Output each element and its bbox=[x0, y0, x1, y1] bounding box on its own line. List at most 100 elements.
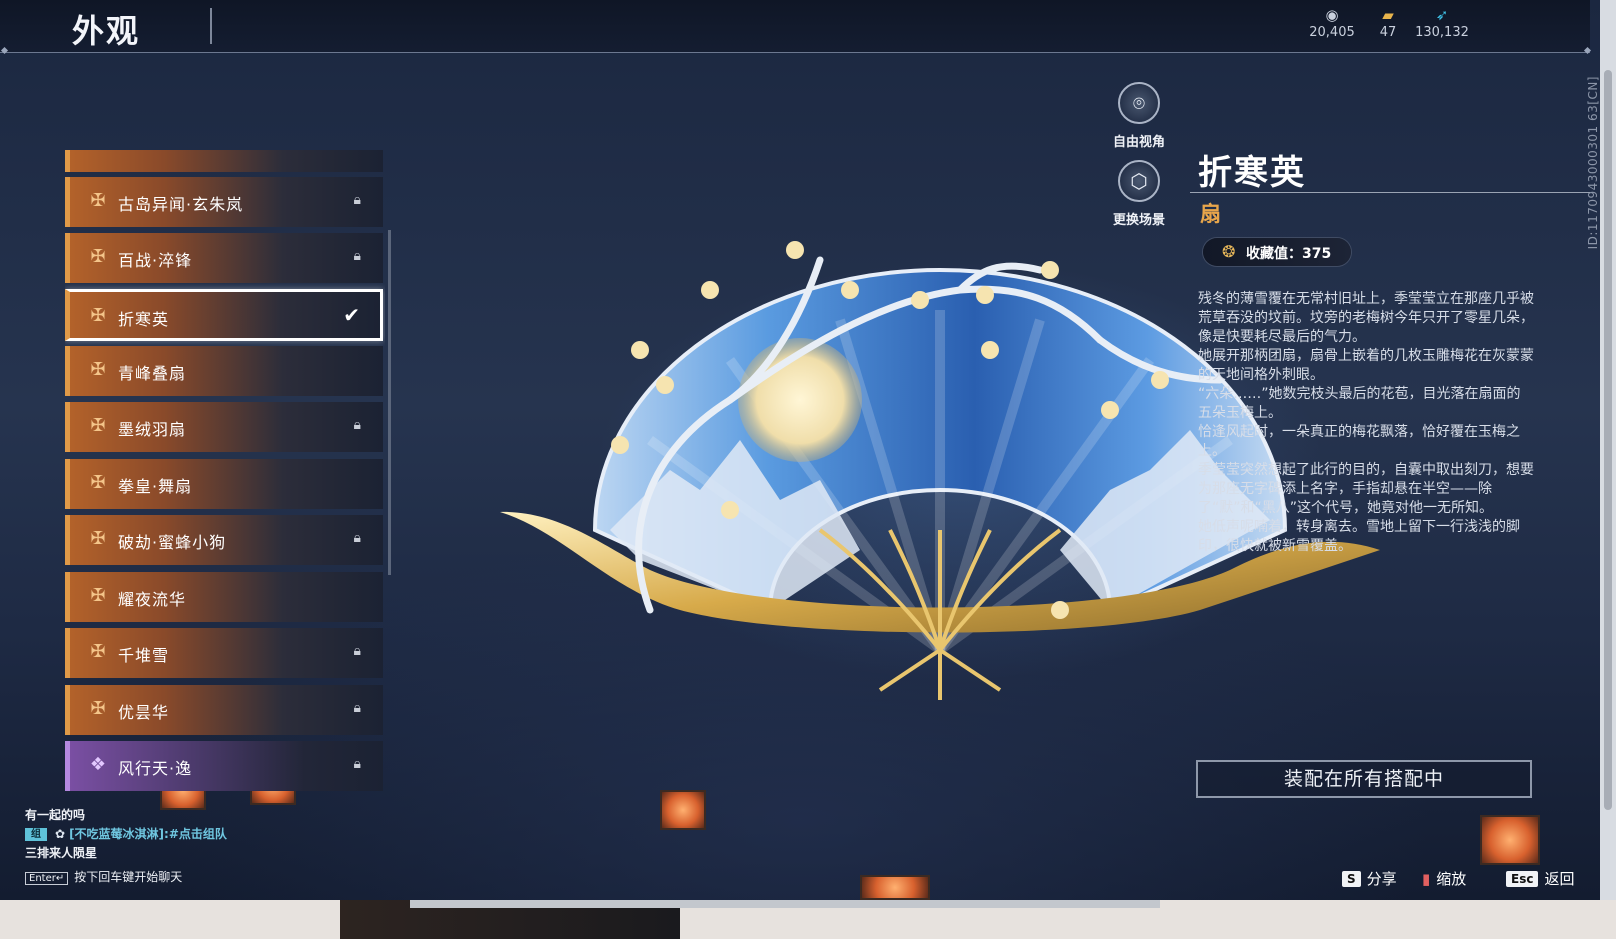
list-item-label: 墨绒羽扇 bbox=[118, 420, 187, 439]
lantern bbox=[860, 875, 930, 900]
s-key-icon: S bbox=[1342, 871, 1361, 887]
currency-silver-value: 20,405 bbox=[1309, 25, 1355, 40]
list-item-label: 折寒英 bbox=[118, 310, 170, 329]
appearance-list[interactable]: ✠ 古岛异闻·玄朱岚 🔒︎ ✠ 百战·淬锋 🔒︎ ✠ 折寒英 ✔ ✠ 青峰叠扇 … bbox=[65, 150, 385, 795]
camera-icon: ⌾ bbox=[1133, 91, 1145, 115]
window-scrollbar-thumb[interactable] bbox=[1604, 70, 1612, 810]
collection-value-badge: ❂ 收藏值：375 bbox=[1203, 238, 1351, 266]
list-item[interactable]: ✠ 千堆雪 🔒︎ bbox=[65, 628, 383, 678]
chat-hint-text: 按下回车键开始聊天 bbox=[74, 870, 183, 884]
team-tag: 组 bbox=[25, 828, 47, 841]
page-title: 外观 bbox=[72, 12, 141, 50]
lantern bbox=[660, 790, 706, 830]
list-item[interactable]: ✠ 破劫·蜜蜂小狗 🔒︎ bbox=[65, 515, 383, 565]
share-label: 分享 bbox=[1366, 870, 1397, 888]
window-scrollbar[interactable] bbox=[1600, 0, 1616, 900]
list-item[interactable]: ✠ 百战·淬锋 🔒︎ bbox=[65, 233, 383, 283]
rarity-icon: ✠ bbox=[90, 585, 106, 606]
collection-icon: ❂ bbox=[1222, 242, 1236, 261]
description-paragraph: 残冬的薄雪覆在无常村旧址上，季莹莹立在那座几乎被荒草吞没的坟前。坟旁的老梅树今年… bbox=[1198, 291, 1534, 345]
list-item-label: 千堆雪 bbox=[118, 646, 170, 665]
back-label: 返回 bbox=[1544, 870, 1575, 888]
lock-icon: 🔒︎ bbox=[353, 756, 361, 772]
list-scrollbar[interactable] bbox=[388, 230, 391, 575]
description-paragraph: 她展开那柄团扇，扇骨上嵌着的几枚玉雕梅花在灰蒙蒙的天地间格外刺眼。 bbox=[1198, 348, 1534, 383]
rarity-icon: ✠ bbox=[90, 359, 106, 380]
lock-icon: 🔒︎ bbox=[353, 643, 361, 659]
lock-icon: 🔒︎ bbox=[353, 248, 361, 264]
list-item[interactable]: ✠ 古岛异闻·玄朱岚 🔒︎ bbox=[65, 177, 383, 227]
list-item-partial[interactable] bbox=[65, 150, 383, 172]
rarity-icon: ✠ bbox=[90, 190, 106, 211]
rarity-icon: ❖ bbox=[89, 754, 107, 775]
list-item[interactable]: ✠ 拳皇·舞扇 bbox=[65, 459, 383, 509]
list-item[interactable]: ✠ 优昙华 🔒︎ bbox=[65, 685, 383, 735]
item-name: 折寒英 bbox=[1198, 153, 1306, 193]
feather-icon: ➶ bbox=[1435, 6, 1449, 24]
share-hint[interactable]: S 分享 bbox=[1342, 868, 1397, 889]
list-item-selected[interactable]: ✠ 折寒英 ✔ bbox=[65, 289, 383, 341]
lotus-icon: ✿ bbox=[55, 827, 66, 841]
list-item-label: 拳皇·舞扇 bbox=[118, 477, 193, 496]
description-paragraph: 季莹莹突然想起了此行的目的，自囊中取出刻刀，想要为那座无字碑添上名字，手指却悬在… bbox=[1198, 462, 1534, 516]
currency-feather-value: 130,132 bbox=[1415, 25, 1469, 40]
rarity-icon: ✠ bbox=[90, 641, 106, 662]
checkmark-icon: ✔ bbox=[343, 303, 360, 327]
list-item[interactable]: ✠ 墨绒羽扇 🔒︎ bbox=[65, 402, 383, 452]
change-scene-button[interactable]: ⬡ bbox=[1118, 160, 1160, 202]
lock-icon: 🔒︎ bbox=[353, 700, 361, 716]
player-id-text: ID:1170943000301 63[CN] bbox=[1586, 76, 1600, 250]
lock-icon: 🔒︎ bbox=[353, 530, 361, 546]
mouse-icon: ▮ bbox=[1422, 870, 1431, 888]
rarity-icon: ✠ bbox=[90, 305, 106, 326]
back-hint[interactable]: Esc 返回 bbox=[1506, 868, 1574, 889]
currency-feather: ➶ 130,132 bbox=[1407, 6, 1477, 40]
description-paragraph: “六朵……”她数完枝头最后的花苞，目光落在扇面的五朵玉梅上。 bbox=[1198, 386, 1521, 421]
cube-icon: ⬡ bbox=[1130, 169, 1148, 193]
enter-key-icon: Enter↵ bbox=[25, 872, 69, 885]
description-paragraph: 恰逢风起时，一朵真正的梅花飘落，恰好覆在玉梅之上。 bbox=[1198, 424, 1520, 459]
corner-ornament bbox=[0, 46, 9, 55]
equip-all-outfits-button[interactable]: 装配在所有搭配中 bbox=[1196, 760, 1532, 798]
free-view-label: 自由视角 bbox=[1112, 135, 1165, 150]
lock-icon: 🔒︎ bbox=[353, 192, 361, 208]
list-item[interactable]: ❖ 风行天·逸 🔒︎ bbox=[65, 741, 383, 791]
desktop-strip bbox=[0, 900, 1616, 939]
list-item-label: 青峰叠扇 bbox=[118, 364, 187, 383]
description-paragraph: 她低声呢喃着，转身离去。雪地上留下一行浅浅的脚印，很快就被新雪覆盖。 bbox=[1198, 519, 1520, 554]
list-item-label: 古岛异闻·玄朱岚 bbox=[118, 195, 244, 214]
team-invite-link[interactable]: [不吃蓝莓冰淇淋]:#点击组队 bbox=[69, 827, 227, 841]
currency-ticket-value: 47 bbox=[1379, 25, 1397, 40]
chat-message: 有一起的吗 bbox=[25, 808, 86, 822]
list-item[interactable]: ✠ 耀夜流华 bbox=[65, 572, 383, 622]
ticket-icon: ▰ bbox=[1382, 6, 1394, 24]
list-item-label: 优昙华 bbox=[118, 703, 170, 722]
collection-value-text: 收藏值：375 bbox=[1246, 246, 1332, 262]
rarity-icon: ✠ bbox=[90, 698, 106, 719]
rarity-icon: ✠ bbox=[90, 528, 106, 549]
free-view-button[interactable]: ⌾ bbox=[1118, 82, 1160, 124]
chat-message: 三排来人陨星 bbox=[25, 846, 98, 860]
name-divider bbox=[1190, 192, 1590, 193]
esc-key-icon: Esc bbox=[1506, 871, 1539, 887]
zoom-label: 缩放 bbox=[1436, 870, 1467, 888]
lock-icon: 🔒︎ bbox=[353, 417, 361, 433]
zoom-hint[interactable]: ▮ 缩放 bbox=[1422, 868, 1466, 889]
list-item-label: 风行天·逸 bbox=[118, 759, 193, 778]
title-divider bbox=[210, 8, 212, 44]
item-type: 扇 bbox=[1200, 202, 1221, 226]
item-description: 残冬的薄雪覆在无常村旧址上，季莹莹立在那座几乎被荒草吞没的坟前。坟旁的老梅树今年… bbox=[1198, 290, 1534, 556]
rarity-icon: ✠ bbox=[90, 415, 106, 436]
list-item-label: 百战·淬锋 bbox=[118, 251, 193, 270]
corner-ornament bbox=[1583, 46, 1592, 55]
list-item-label: 破劫·蜜蜂小狗 bbox=[118, 533, 227, 552]
taskbar-edge bbox=[410, 900, 1160, 908]
chat-message-team[interactable]: 组 ✿ [不吃蓝莓冰淇淋]:#点击组队 bbox=[25, 825, 227, 842]
rarity-icon: ✠ bbox=[90, 246, 106, 267]
list-item-label: 耀夜流华 bbox=[118, 590, 187, 609]
chat-input-hint[interactable]: Enter↵ 按下回车键开始聊天 bbox=[25, 868, 182, 885]
rarity-icon: ✠ bbox=[90, 472, 106, 493]
list-item[interactable]: ✠ 青峰叠扇 bbox=[65, 346, 383, 396]
top-bar: 外观 ◉ 20,405 ▰ 47 ➶ 130,132 bbox=[0, 0, 1592, 55]
change-scene-label: 更换场景 bbox=[1112, 213, 1165, 228]
